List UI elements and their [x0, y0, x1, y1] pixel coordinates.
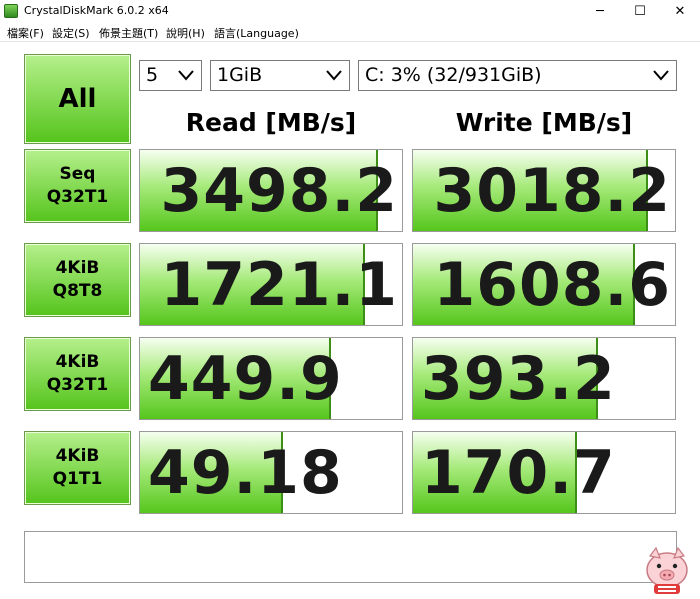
write-column-header: Write [MB/s] [455, 108, 633, 137]
test-size-value: 1GiB [217, 64, 263, 86]
chevron-down-icon [326, 70, 342, 81]
read-result-value: 1721.1 [160, 250, 398, 320]
read-result-cell: 49.18 [139, 431, 403, 514]
test-label-line2: Q1T1 [52, 469, 103, 489]
write-result-value: 393.2 [421, 344, 616, 414]
test-label-line1: Seq [59, 164, 96, 184]
read-result-value: 49.18 [148, 438, 343, 508]
test-label-line2: Q32T1 [46, 187, 109, 207]
chevron-down-icon [178, 70, 194, 81]
menu-theme[interactable]: 佈景主題(T) [99, 25, 158, 41]
maximize-button[interactable]: ☐ [620, 0, 660, 22]
comment-box[interactable] [24, 531, 677, 583]
read-result-value: 449.9 [148, 344, 343, 414]
write-result-cell: 393.2 [412, 337, 676, 420]
drive-value: C: 3% (32/931GiB) [365, 64, 542, 86]
read-result-cell: 1721.1 [139, 243, 403, 326]
write-result-value: 170.7 [421, 438, 616, 508]
test-button-4kib-q1t1[interactable]: 4KiB Q1T1 [24, 431, 131, 505]
close-button[interactable]: ✕ [660, 0, 700, 22]
app-icon [4, 4, 18, 18]
test-label-line1: 4KiB [55, 258, 100, 278]
chevron-down-icon [653, 70, 669, 81]
menu-language[interactable]: 語言(Language) [214, 25, 299, 41]
menu-file[interactable]: 檔案(F) [7, 25, 44, 41]
test-button-4kib-q32t1[interactable]: 4KiB Q32T1 [24, 337, 131, 411]
test-size-select[interactable]: 1GiB [210, 60, 350, 91]
minimize-button[interactable]: ─ [580, 0, 620, 22]
pig-mascot-icon [646, 546, 688, 594]
test-label-line2: Q32T1 [46, 375, 109, 395]
menu-settings[interactable]: 設定(S) [52, 25, 90, 41]
read-result-value: 3498.2 [160, 156, 398, 226]
write-result-cell: 170.7 [412, 431, 676, 514]
read-result-cell: 449.9 [139, 337, 403, 420]
test-count-value: 5 [146, 64, 159, 86]
write-result-value: 1608.6 [433, 250, 671, 320]
write-result-cell: 1608.6 [412, 243, 676, 326]
read-column-header: Read [MB/s] [185, 108, 357, 137]
write-result-cell: 3018.2 [412, 149, 676, 232]
test-label-line2: Q8T8 [52, 281, 103, 301]
test-button-4kib-q8t8[interactable]: 4KiB Q8T8 [24, 243, 131, 317]
test-label-line1: 4KiB [55, 352, 100, 372]
read-result-cell: 3498.2 [139, 149, 403, 232]
menu-help[interactable]: 說明(H) [166, 25, 205, 41]
write-result-value: 3018.2 [433, 156, 671, 226]
window-title: CrystalDiskMark 6.0.2 x64 [24, 4, 169, 17]
test-count-select[interactable]: 5 [139, 60, 202, 91]
all-button[interactable]: All [24, 54, 131, 144]
test-button-seq-q32t1[interactable]: Seq Q32T1 [24, 149, 131, 223]
drive-select[interactable]: C: 3% (32/931GiB) [358, 60, 677, 91]
test-label-line1: 4KiB [55, 446, 100, 466]
